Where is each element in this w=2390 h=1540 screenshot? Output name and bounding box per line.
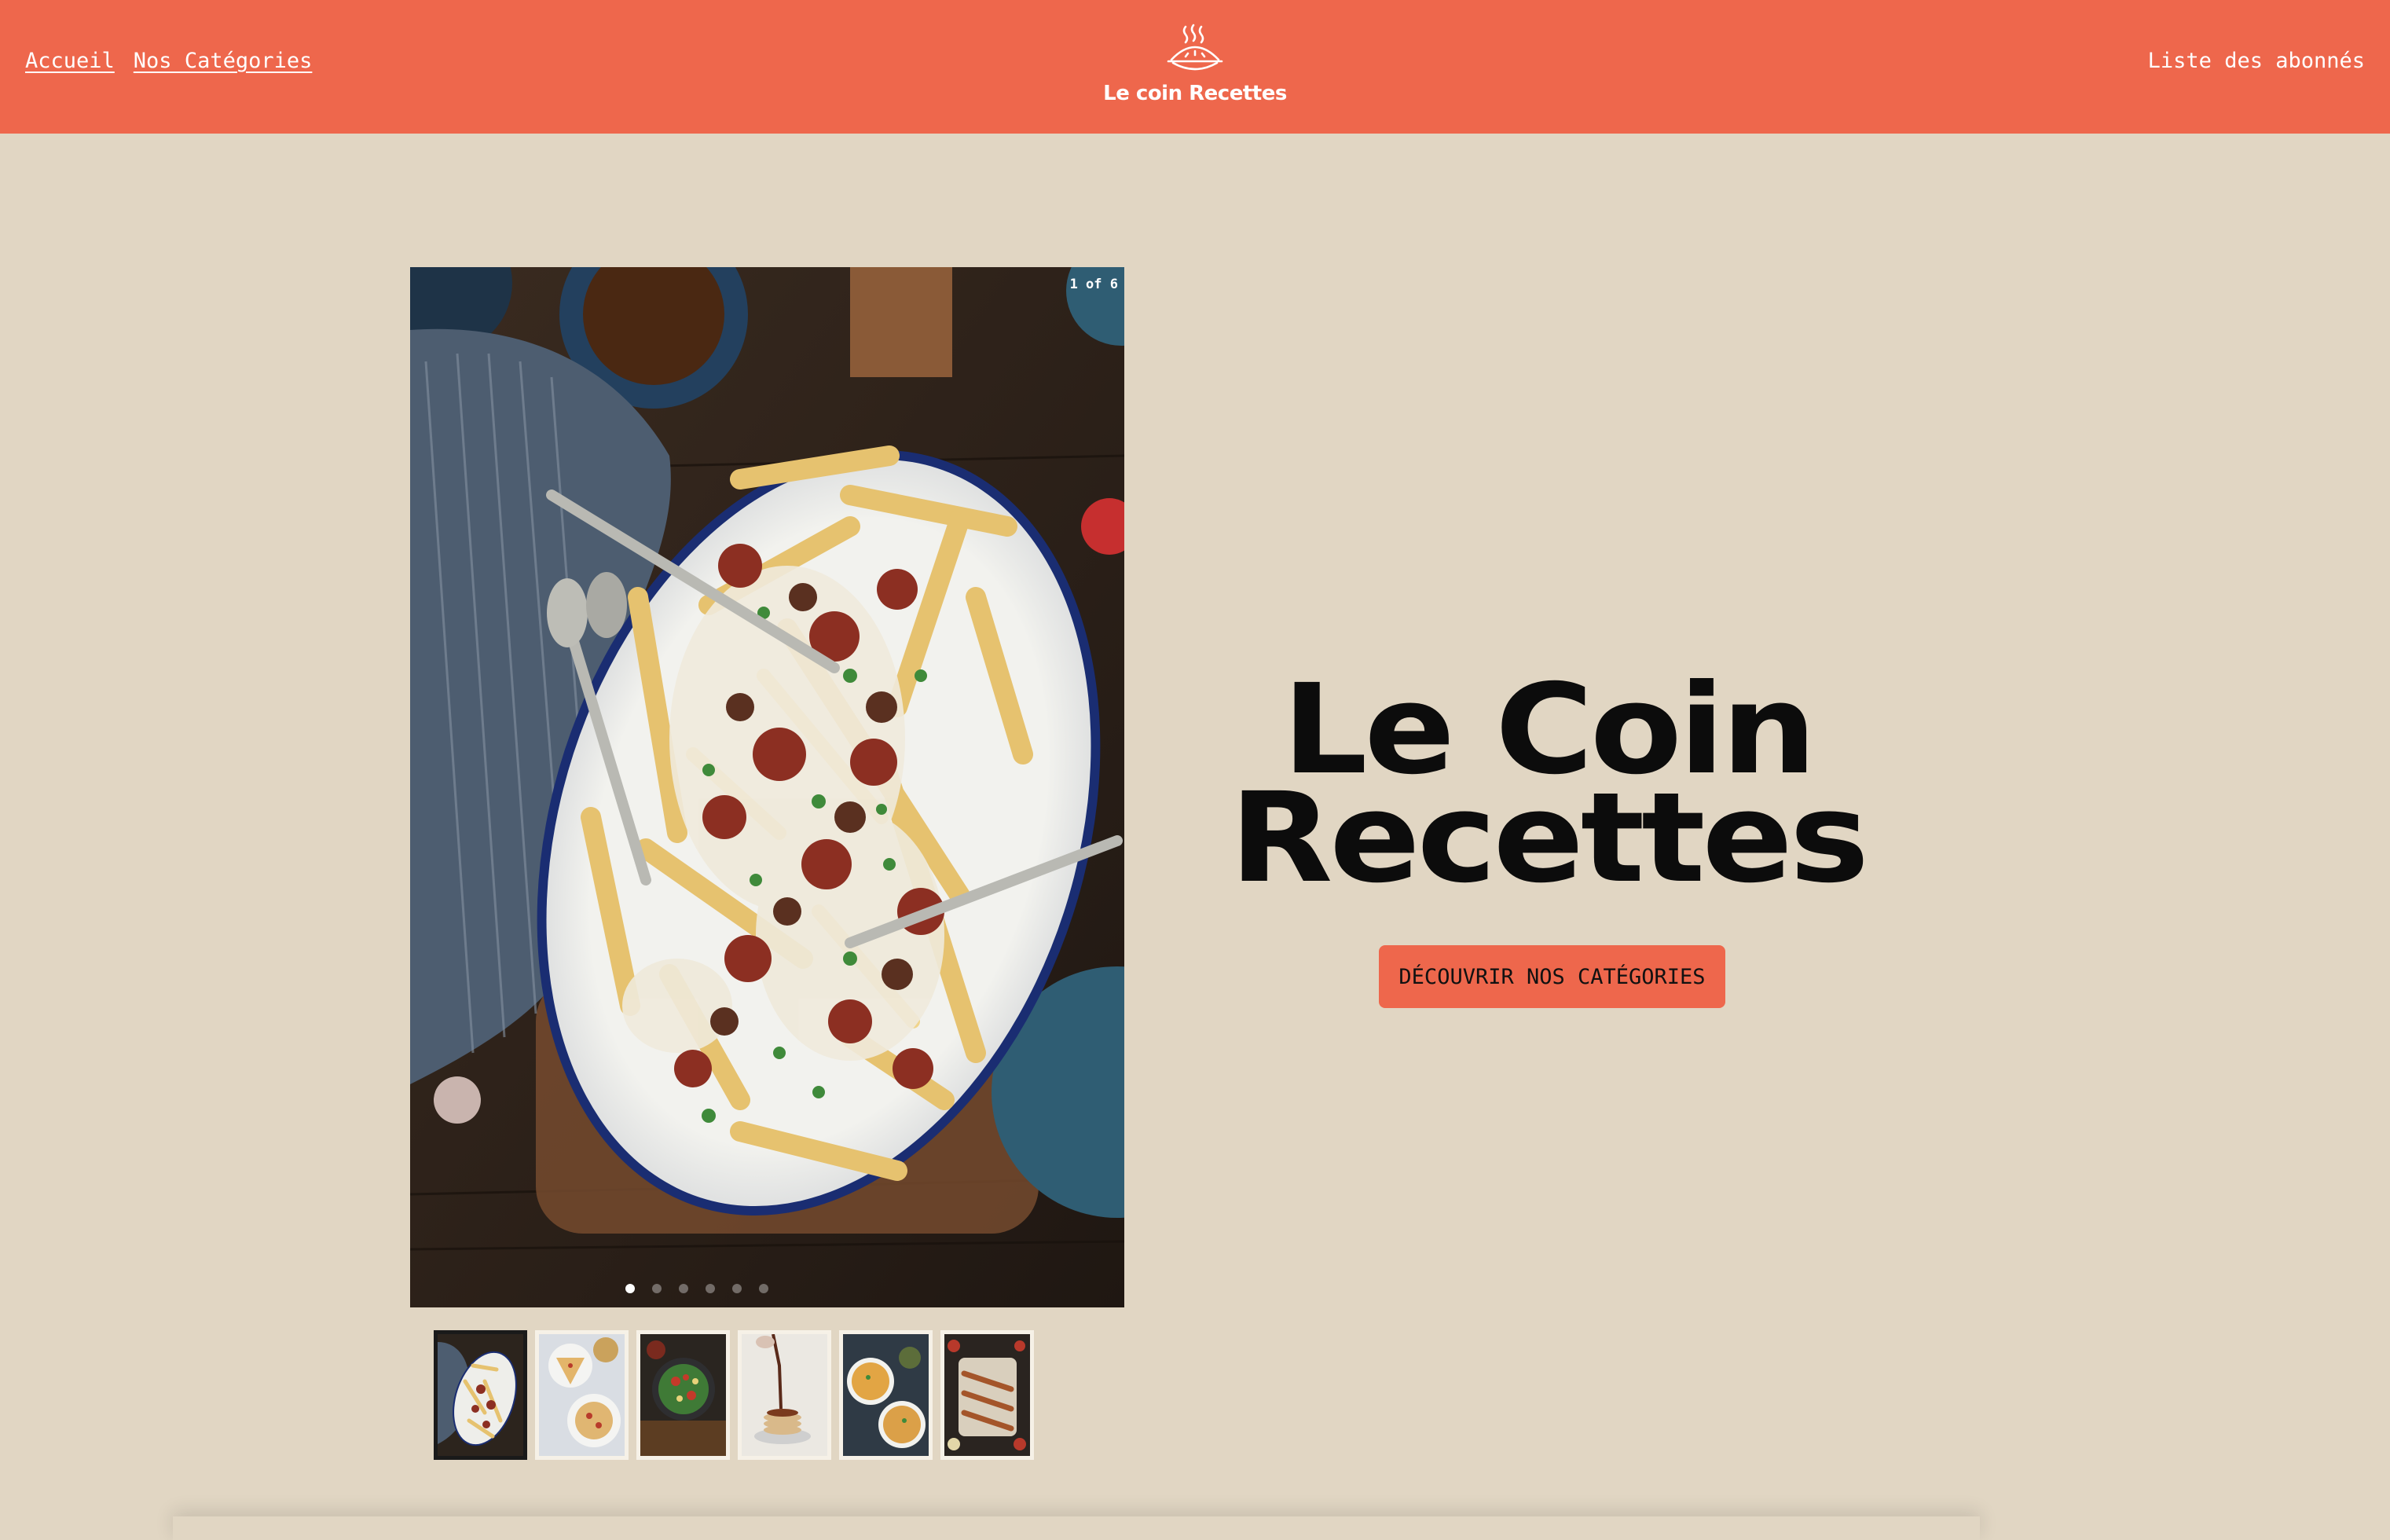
slide-counter: 1 of 6 — [1069, 277, 1118, 292]
brand-logo[interactable]: Le coin Recettes — [1077, 22, 1313, 105]
nav-link-accueil[interactable]: Accueil — [25, 49, 115, 73]
image-carousel[interactable]: 1 of 6 — [410, 267, 1124, 1307]
carousel-thumbnails — [434, 1330, 1034, 1460]
thumbnail-pancakes-syrup[interactable] — [738, 1330, 831, 1460]
pie-icon — [1167, 24, 1223, 71]
primary-nav: Accueil Nos Catégories — [25, 49, 312, 73]
hero-title: Le Coin Recettes — [1166, 668, 1930, 900]
thumbnail-soup-bowls[interactable] — [839, 1330, 933, 1460]
carousel-dot-5[interactable] — [731, 1284, 742, 1293]
slide-image-poutine — [410, 267, 1124, 1307]
nav-link-subscribers[interactable]: Liste des abonnés — [2148, 49, 2365, 73]
carousel-dots — [410, 1284, 1054, 1293]
carousel-dot-6[interactable] — [758, 1284, 768, 1293]
carousel-dot-3[interactable] — [678, 1284, 688, 1293]
thumbnail-salad-bowl[interactable] — [636, 1330, 730, 1460]
thumbnail-pizza-plates[interactable] — [535, 1330, 629, 1460]
top-navigation-bar: Accueil Nos Catégories Le coin Recettes … — [0, 0, 2390, 134]
brand-name: Le coin Recettes — [1103, 82, 1287, 105]
thumbnail-poutine[interactable] — [434, 1330, 527, 1460]
discover-categories-button[interactable]: DÉCOUVRIR NOS CATÉGORIES — [1379, 945, 1725, 1008]
carousel-dot-4[interactable] — [705, 1284, 715, 1293]
carousel-dot-1[interactable] — [625, 1284, 635, 1293]
nav-link-categories[interactable]: Nos Catégories — [134, 49, 313, 73]
next-section-edge — [173, 1516, 1980, 1540]
carousel-dot-2[interactable] — [651, 1284, 662, 1293]
thumbnail-skewers-platter[interactable] — [940, 1330, 1034, 1460]
hero-title-line-2: Recettes — [1230, 766, 1869, 911]
